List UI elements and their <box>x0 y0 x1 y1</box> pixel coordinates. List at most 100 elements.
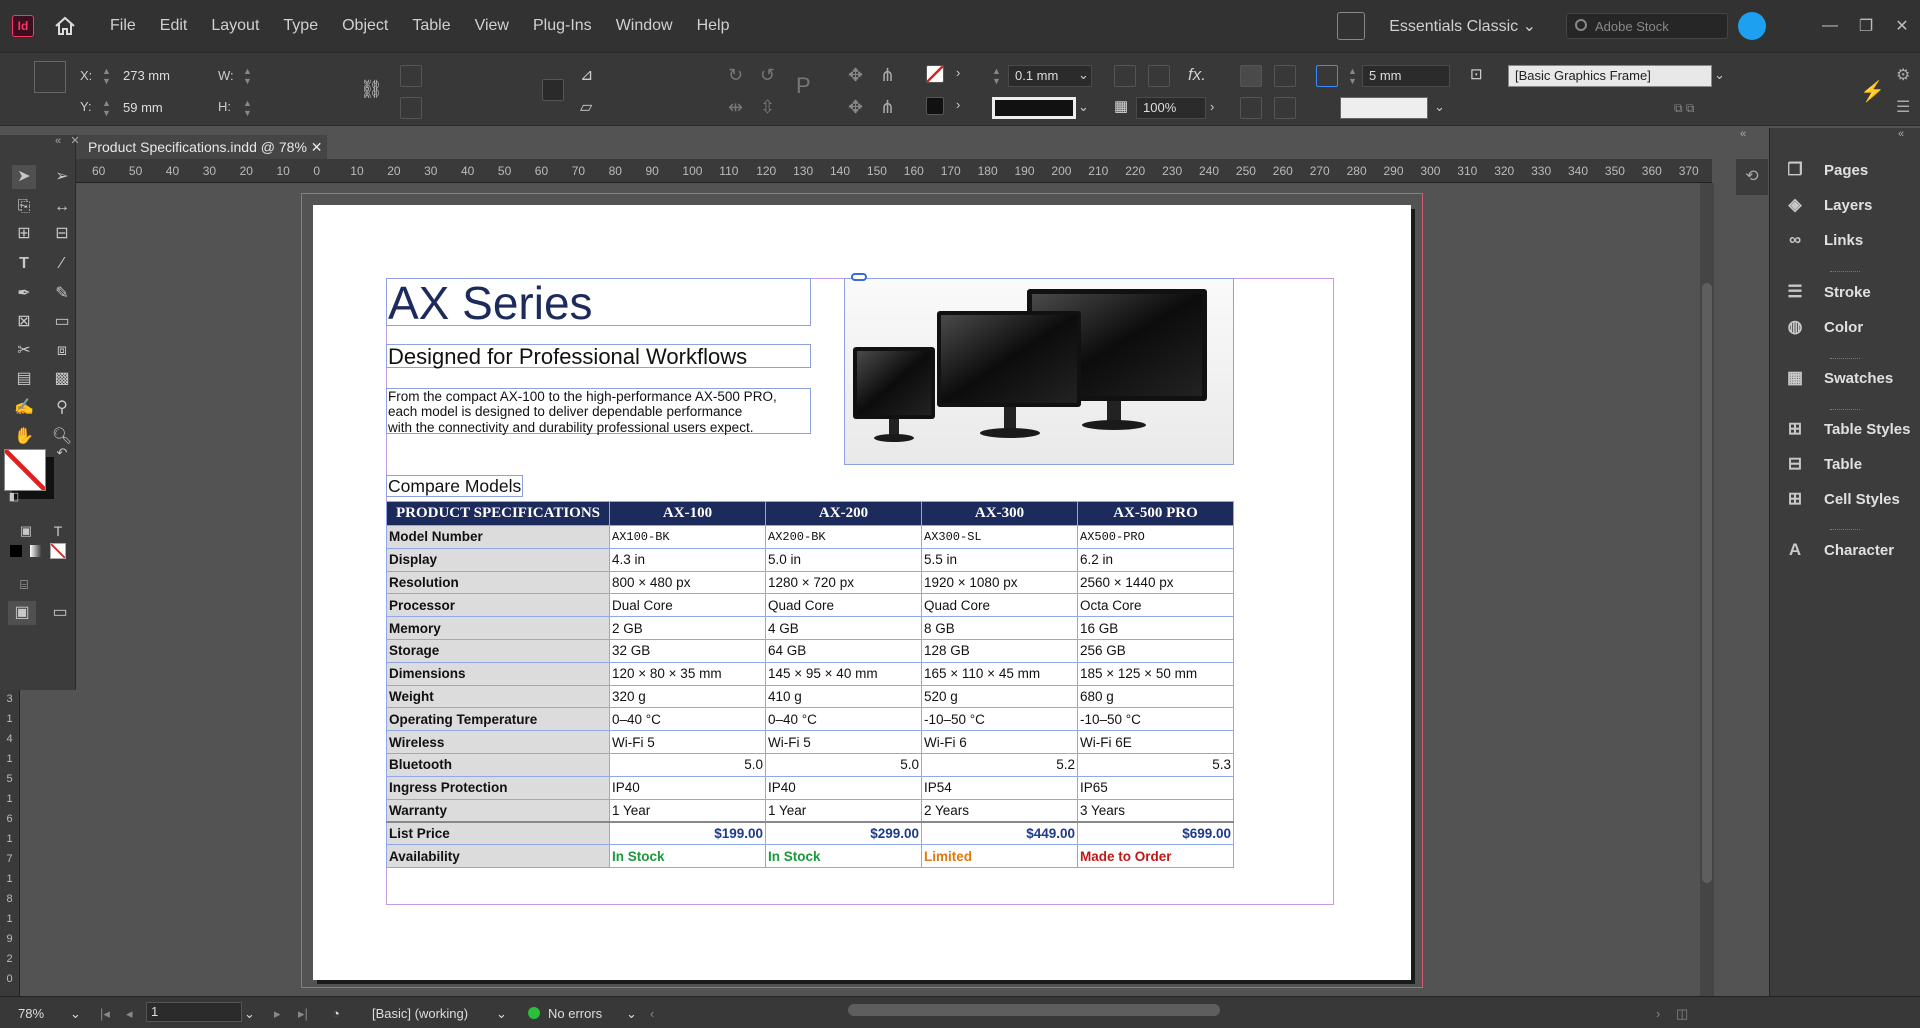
default-colors-icon[interactable]: ◧ <box>2 485 26 509</box>
h-spinner[interactable]: ▲ ▼ <box>243 98 253 118</box>
table-column-header[interactable]: AX-200 <box>765 501 922 526</box>
availability-cell[interactable]: In Stock <box>609 844 766 868</box>
menu-window[interactable]: Window <box>604 17 685 35</box>
fill-swatch[interactable] <box>926 65 944 83</box>
row-label-cell[interactable]: Wireless <box>386 730 610 754</box>
stroke-style-preview[interactable] <box>1340 97 1428 119</box>
table-cell[interactable]: IP54 <box>921 775 1078 800</box>
table-cell[interactable]: Quad Core <box>765 593 922 618</box>
gear-icon[interactable]: ⚙ <box>1896 65 1910 85</box>
x-field[interactable]: 273 mm <box>116 65 212 87</box>
table-cell[interactable]: Wi-Fi 6 <box>921 730 1078 754</box>
restore-button[interactable]: ❐ <box>1848 14 1884 38</box>
table-cell[interactable]: 6.2 in <box>1077 547 1234 572</box>
panel-character[interactable]: A Character <box>1782 540 1894 560</box>
table-cell[interactable]: 4.3 in <box>609 547 766 572</box>
align-center-icon[interactable] <box>1240 97 1262 119</box>
constrain-scale-icon[interactable] <box>542 79 564 101</box>
panel-cell-styles[interactable]: ⊞ Cell Styles <box>1782 489 1900 509</box>
price-cell[interactable]: $699.00 <box>1077 820 1234 846</box>
table-cell[interactable]: 1 Year <box>765 798 922 823</box>
select-next-icon[interactable]: ⋔ <box>880 97 895 118</box>
workspace-switcher[interactable]: Essentials Classic ⌄ <box>1389 16 1536 36</box>
table-cell[interactable]: 1920 × 1080 px <box>921 570 1078 595</box>
table-cell[interactable]: 120 × 80 × 35 mm <box>609 661 766 686</box>
table-cell[interactable]: 5.0 <box>765 752 922 777</box>
vertical-scroll-thumb[interactable] <box>1702 283 1712 883</box>
panel-swatches[interactable]: ▦ Swatches <box>1782 368 1893 388</box>
table-column-header[interactable]: AX-500 PRO <box>1077 501 1234 526</box>
reference-point-icon[interactable] <box>34 61 66 93</box>
scale-x-field[interactable] <box>430 65 530 87</box>
scroll-left-icon[interactable]: ‹ <box>650 1006 654 1021</box>
horizontal-scroll-thumb[interactable] <box>848 1004 1220 1016</box>
table-cell[interactable]: 256 GB <box>1077 638 1234 663</box>
corner-options-icon[interactable] <box>1114 65 1136 87</box>
rotate-ccw-icon[interactable]: ↺ <box>760 65 775 86</box>
table-cell[interactable]: 1280 × 720 px <box>765 570 922 595</box>
row-label-cell[interactable]: Processor <box>386 593 610 618</box>
fill-menu-arrow[interactable]: › <box>956 65 960 80</box>
table-cell[interactable]: 0–40 °C <box>765 707 922 732</box>
panel-links[interactable]: ∞ Links <box>1782 230 1863 250</box>
stroke-type-field[interactable] <box>992 97 1076 119</box>
scale-y-field[interactable] <box>430 97 530 119</box>
table-cell[interactable]: AX500-PRO <box>1077 525 1234 549</box>
formatting-container-icon[interactable]: ▣ <box>14 519 38 543</box>
row-label-cell[interactable]: Operating Temperature <box>386 707 610 732</box>
table-cell[interactable]: IP40 <box>765 775 922 800</box>
rotate-cw-icon[interactable]: ↻ <box>728 65 743 86</box>
scroll-right-icon[interactable]: › <box>1656 1006 1660 1021</box>
h-field[interactable] <box>257 97 347 119</box>
first-page-icon[interactable]: |◂ <box>100 1006 110 1022</box>
vertical-scrollbar[interactable] <box>1700 183 1714 996</box>
row-label-cell[interactable]: Warranty <box>386 798 610 823</box>
selection-tool-icon[interactable]: ➤ <box>12 165 36 189</box>
table-cell[interactable]: IP65 <box>1077 775 1234 800</box>
row-label-cell[interactable]: List Price <box>386 820 610 846</box>
stroke-style-dropdown[interactable]: ⌄ <box>1434 99 1445 115</box>
table-cell[interactable]: 2 Years <box>921 798 1078 823</box>
document-tab[interactable]: Product Specifications.indd @ 78% ✕ <box>76 135 327 159</box>
panel-group-grip[interactable] <box>1830 358 1860 361</box>
row-label-cell[interactable]: Availability <box>386 844 610 868</box>
table-cell[interactable]: 32 GB <box>609 638 766 663</box>
panel-menu-icon[interactable]: ☰ <box>1896 97 1910 117</box>
panel-group-grip[interactable] <box>1830 529 1860 532</box>
row-label-cell[interactable]: Dimensions <box>386 661 610 686</box>
table-cell[interactable]: 185 × 125 × 50 mm <box>1077 661 1234 686</box>
table-cell[interactable]: 410 g <box>765 684 922 709</box>
preflight-icon[interactable]: ◔ <box>332 1006 340 1021</box>
row-label-cell[interactable]: Storage <box>386 638 610 663</box>
price-cell[interactable]: $449.00 <box>921 820 1078 846</box>
menu-type[interactable]: Type <box>271 17 330 35</box>
availability-cell[interactable]: Limited <box>921 844 1078 868</box>
table-cell[interactable]: 0–40 °C <box>609 707 766 732</box>
row-label-cell[interactable]: Weight <box>386 684 610 709</box>
hand-tool-icon[interactable]: ✋ <box>12 425 36 449</box>
table-cell[interactable]: Wi-Fi 5 <box>765 730 922 754</box>
last-page-icon[interactable]: ▸| <box>298 1006 308 1022</box>
linked-image-icon[interactable] <box>851 273 867 281</box>
gap-tool-icon[interactable]: ↔ <box>50 195 74 219</box>
table-cell[interactable]: 5.0 <box>609 752 766 777</box>
panel-group-grip[interactable] <box>1830 409 1860 412</box>
free-transform-tool-icon[interactable]: ⧈ <box>50 339 74 363</box>
w-field[interactable] <box>257 65 347 87</box>
content-placer-icon[interactable]: ⊟ <box>50 222 74 246</box>
normal-view-icon[interactable]: ▣ <box>8 601 36 625</box>
table-cell[interactable]: Wi-Fi 5 <box>609 730 766 754</box>
row-label-cell[interactable]: Display <box>386 547 610 572</box>
menu-edit[interactable]: Edit <box>148 17 200 35</box>
table-cell[interactable]: 4 GB <box>765 616 922 640</box>
panel-group-grip[interactable] <box>1830 271 1860 274</box>
compare-heading[interactable]: Compare Models <box>386 475 524 497</box>
rotate-field[interactable] <box>606 65 710 87</box>
title-text-frame[interactable]: AX Series <box>386 278 811 327</box>
horizontal-ruler[interactable]: 60 50 40 30 20 10 0 10 20 30 40 50 60 70 80 90 100 110 120… <box>76 159 1712 183</box>
next-page-icon[interactable]: ▸ <box>274 1006 281 1022</box>
errors-dropdown[interactable]: ⌄ <box>626 1006 637 1022</box>
zoom-dropdown[interactable]: ⌄ <box>70 1006 81 1022</box>
table-cell[interactable]: 145 × 95 × 40 mm <box>765 661 922 686</box>
select-content-icon[interactable]: ✥ <box>848 97 863 118</box>
